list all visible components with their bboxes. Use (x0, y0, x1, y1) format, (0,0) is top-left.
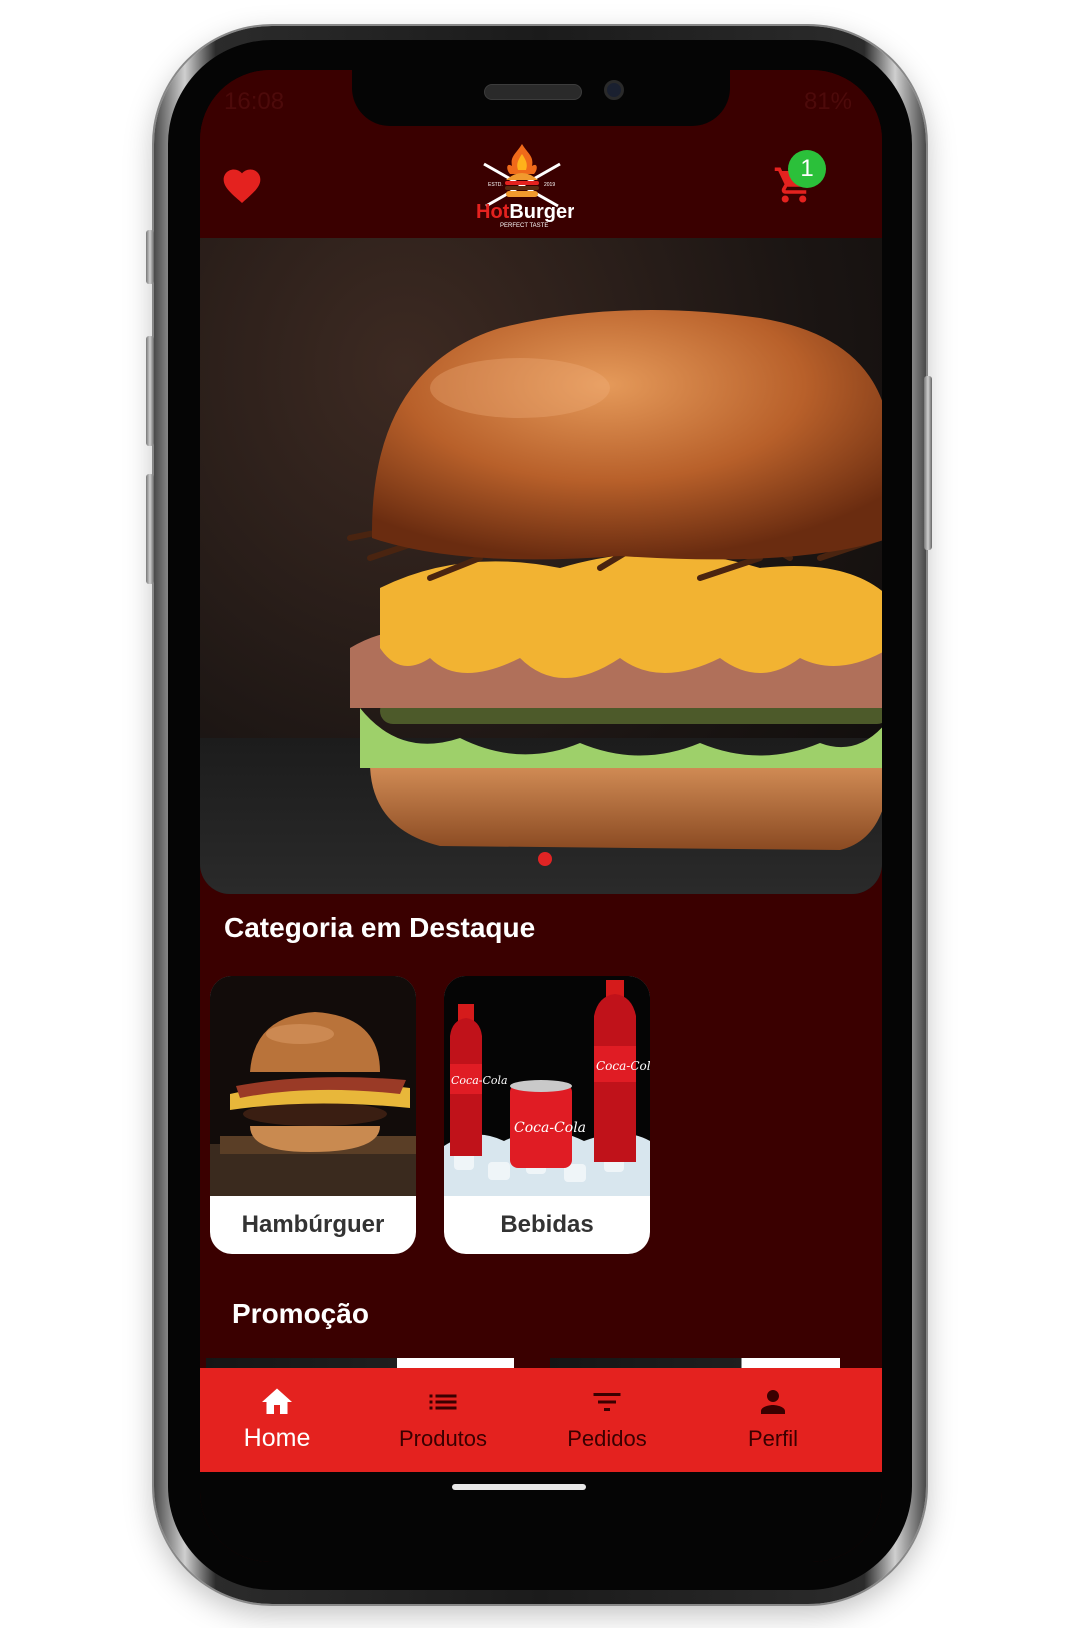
svg-text:Coca-Cola: Coca-Cola (514, 1120, 586, 1136)
category-label: Bebidas (500, 1211, 594, 1238)
category-card-hamburguer[interactable]: Hambúrguer (210, 976, 416, 1254)
svg-text:PERFECT TASTE: PERFECT TASTE (500, 223, 548, 229)
home-indicator-area (200, 1472, 882, 1562)
nav-label: Home (243, 1424, 311, 1452)
nav-home[interactable]: Home (200, 1368, 362, 1472)
list-icon (429, 1394, 457, 1410)
nav-label: Perfil (747, 1426, 799, 1451)
category-label: Hambúrguer (241, 1211, 385, 1238)
svg-text:HotBurger: HotBurger (476, 201, 574, 223)
app-screen: 16:08 81% ESTD. 2019 HotBurger PERFECT T… (200, 70, 882, 1562)
svg-text:Coca-Cola: Coca-Cola (596, 1059, 650, 1073)
category-hamburguer-image (210, 976, 416, 1196)
svg-text:2019: 2019 (544, 182, 555, 188)
carousel-dot-active[interactable] (538, 852, 552, 866)
svg-text:Coca-Cola: Coca-Cola (451, 1074, 508, 1087)
featured-categories-title: Categoria em Destaque (224, 912, 536, 943)
front-camera (604, 80, 624, 100)
person-icon (761, 1390, 785, 1414)
power-button (924, 376, 932, 550)
silent-switch (146, 230, 154, 284)
category-bebidas-image: Coca-Cola Coca-Cola Coca-Cola (444, 976, 650, 1196)
category-card-bebidas[interactable]: Coca-Cola Coca-Cola Coca-Cola Bebidas (444, 976, 650, 1254)
volume-up-button (146, 336, 154, 446)
home-indicator[interactable] (452, 1484, 586, 1490)
favorites-heart-icon[interactable] (220, 164, 264, 208)
hotburger-logo: ESTD. 2019 HotBurger PERFECT TASTE (476, 144, 574, 229)
status-battery: 81% (803, 88, 852, 115)
nav-label: Pedidos (567, 1426, 647, 1451)
promotion-title: Promoção (232, 1298, 369, 1329)
filter-icon (593, 1393, 621, 1411)
cart-count-badge: 1 (788, 150, 826, 188)
hero-banner-carousel[interactable] (200, 238, 882, 894)
nav-pedidos[interactable]: Pedidos (522, 1368, 692, 1472)
svg-text:ESTD.: ESTD. (488, 182, 503, 188)
home-icon (262, 1388, 292, 1414)
status-time: 16:08 (224, 88, 285, 115)
nav-produtos[interactable]: Produtos (358, 1368, 528, 1472)
app-header: ESTD. 2019 HotBurger PERFECT TASTE 1 (200, 134, 882, 238)
nav-label: Produtos (398, 1426, 488, 1451)
notch (352, 70, 730, 126)
nav-perfil[interactable]: Perfil (688, 1368, 858, 1472)
earpiece-speaker (484, 84, 582, 100)
bottom-navigation: Home Produtos Pedidos Perfil (200, 1368, 882, 1472)
hero-burger-image (200, 310, 882, 894)
volume-down-button (146, 474, 154, 584)
